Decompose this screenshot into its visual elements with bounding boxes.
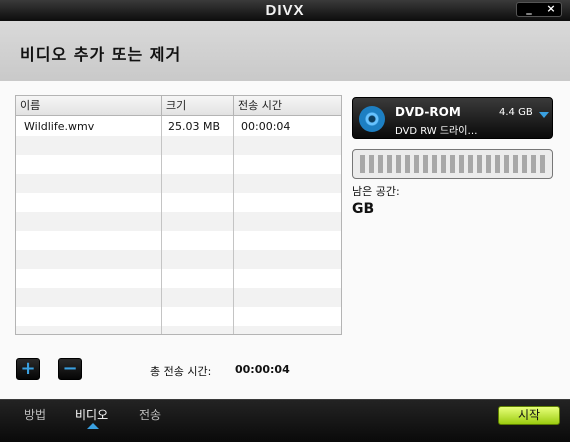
- column-header-size[interactable]: 크기: [161, 96, 233, 116]
- column-divider: [161, 116, 162, 334]
- close-button[interactable]: ×: [540, 3, 562, 16]
- divx-window: DIVX _ × 비디오 추가 또는 제거 이름 크기 전송 시간 Wildli…: [0, 0, 570, 442]
- main-content: 이름 크기 전송 시간 Wildlife.wmv 25.03 MB 00:00:…: [0, 81, 570, 399]
- page-title: 비디오 추가 또는 제거: [20, 45, 182, 64]
- nav-transfer[interactable]: 전송: [139, 406, 161, 423]
- empty-table-row: [16, 193, 341, 212]
- total-transfer-time-label: 총 전송 시간:: [150, 365, 212, 378]
- column-header-name[interactable]: 이름: [16, 96, 161, 116]
- empty-table-row: [16, 288, 341, 307]
- dropdown-arrow-icon[interactable]: [539, 112, 549, 118]
- empty-table-row: [16, 250, 341, 269]
- drive-description: DVD RW 드라이…: [395, 126, 478, 137]
- add-video-button[interactable]: +: [16, 358, 40, 380]
- divx-logo: DIVX: [265, 2, 305, 19]
- drive-selector[interactable]: DVD-ROM 4.4 GB DVD RW 드라이…: [352, 97, 553, 139]
- cell-size: 25.03 MB: [168, 120, 221, 133]
- table-rows: Wildlife.wmv 25.03 MB 00:00:04: [16, 117, 341, 334]
- space-meter: [352, 149, 553, 179]
- remove-video-button[interactable]: −: [58, 358, 82, 380]
- cell-transfer-time: 00:00:04: [241, 120, 291, 133]
- title-bar: DIVX _ ×: [0, 0, 570, 21]
- footer-bar: 방법 비디오 전송 시작: [0, 399, 570, 442]
- nav-video[interactable]: 비디오: [75, 406, 108, 423]
- minimize-button[interactable]: _: [518, 3, 540, 16]
- empty-table-row: [16, 307, 341, 326]
- cell-name: Wildlife.wmv: [24, 120, 95, 133]
- empty-table-row: [16, 326, 341, 334]
- table-row[interactable]: Wildlife.wmv 25.03 MB 00:00:04: [16, 117, 341, 136]
- table-header: 이름 크기 전송 시간: [16, 96, 341, 116]
- empty-table-row: [16, 269, 341, 288]
- window-buttons: _ ×: [516, 2, 562, 17]
- free-space-label: 남은 공간:: [352, 185, 400, 198]
- empty-table-row: [16, 231, 341, 250]
- empty-table-row: [16, 212, 341, 231]
- start-button[interactable]: 시작: [498, 406, 560, 425]
- drive-capacity: 4.4 GB: [499, 107, 533, 118]
- column-divider: [233, 116, 234, 334]
- column-header-transfer-time[interactable]: 전송 시간: [233, 96, 341, 116]
- minus-icon: −: [62, 358, 78, 379]
- total-transfer-time-value: 00:00:04: [235, 363, 290, 376]
- nav-howto[interactable]: 방법: [24, 406, 46, 423]
- empty-table-row: [16, 155, 341, 174]
- drive-name: DVD-ROM: [395, 105, 461, 119]
- video-table: 이름 크기 전송 시간 Wildlife.wmv 25.03 MB 00:00:…: [15, 95, 342, 335]
- header: 비디오 추가 또는 제거: [0, 21, 570, 81]
- free-space-value: GB: [352, 201, 375, 217]
- empty-table-row: [16, 136, 341, 155]
- plus-icon: +: [20, 358, 36, 379]
- active-nav-indicator-icon: [87, 423, 99, 429]
- disc-icon: [359, 106, 385, 132]
- space-meter-stripes: [360, 155, 545, 173]
- empty-table-row: [16, 174, 341, 193]
